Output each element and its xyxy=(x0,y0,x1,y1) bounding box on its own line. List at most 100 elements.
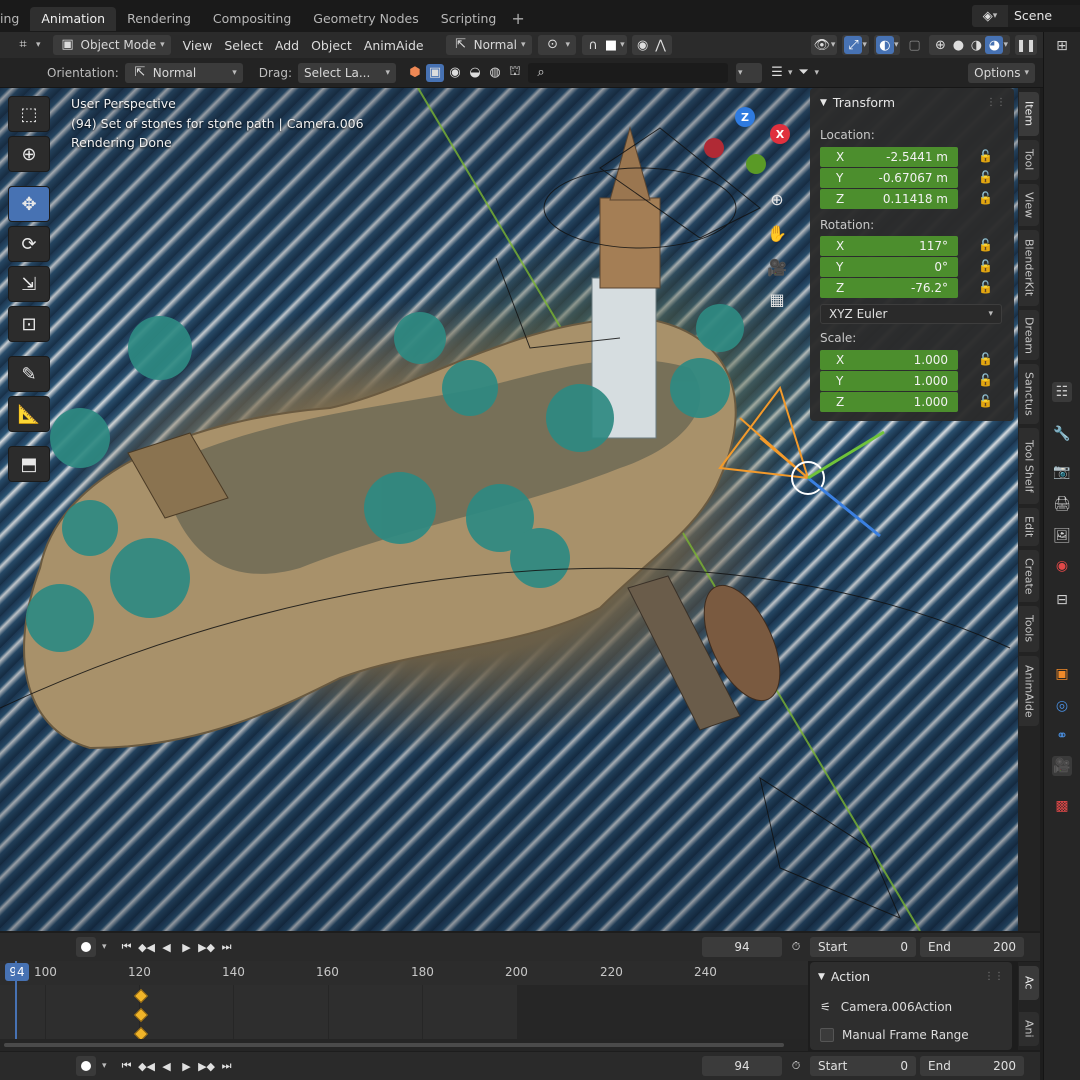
auto-key-button[interactable] xyxy=(76,1056,96,1076)
pan-hand-icon[interactable]: ✋ xyxy=(764,220,790,246)
tab-animation[interactable]: Animation xyxy=(30,7,117,31)
location-y-field[interactable]: Y -0.67067 m xyxy=(820,168,958,188)
filter-search-input[interactable]: ⌕ xyxy=(527,62,728,83)
mesh-filter-icon[interactable]: ⬢ xyxy=(406,64,424,82)
chevron-down-icon[interactable]: ▾ xyxy=(102,1061,107,1071)
mode-select[interactable]: ▣ Object Mode ▾ xyxy=(52,35,171,55)
tab-sanctus[interactable]: Sanctus xyxy=(1019,364,1039,424)
scene-name[interactable]: Scene xyxy=(1008,5,1080,27)
object-props-icon[interactable]: ▣ xyxy=(1052,664,1072,684)
add-workspace-icon[interactable]: + xyxy=(511,9,524,28)
rotation-z-field[interactable]: Z -76.2° xyxy=(820,278,958,298)
measure-tool[interactable]: 📐 xyxy=(8,396,50,432)
timeline-ruler[interactable]: 94 100 120 140 160 180 200 220 240 xyxy=(0,961,808,985)
cursor-tool[interactable]: ⊕ xyxy=(8,136,50,172)
rendered-shading-icon[interactable]: ◕ xyxy=(985,36,1004,54)
world-props-icon[interactable]: ⊟ xyxy=(1052,590,1072,610)
lock-icon[interactable]: 🔓 xyxy=(978,352,994,368)
overlay-toggle-icon[interactable]: ◐ xyxy=(875,36,894,54)
play-reverse-icon[interactable]: ◀ xyxy=(157,1056,177,1076)
tab-tool-shelf[interactable]: Tool Shelf xyxy=(1019,428,1039,504)
filter-toggle[interactable]: ▾ xyxy=(735,62,762,83)
scroll-thumb[interactable] xyxy=(4,1043,784,1047)
funnel-icon[interactable]: ⏷ xyxy=(795,64,813,82)
tab-tools[interactable]: Tools xyxy=(1019,606,1039,652)
menu-animaide[interactable]: AnimAide xyxy=(358,38,430,53)
falloff-icon[interactable]: ⋀ xyxy=(652,36,670,54)
drag-handle-icon[interactable]: ⋮⋮ xyxy=(986,97,1006,108)
tab-view[interactable]: View xyxy=(1019,184,1039,226)
rotation-x-field[interactable]: X 117° xyxy=(820,236,958,256)
solid-shading-icon[interactable]: ● xyxy=(949,36,967,54)
tool-props-icon[interactable]: 🔧 xyxy=(1052,424,1072,444)
tab-rendering[interactable]: Rendering xyxy=(116,7,202,31)
location-x-field[interactable]: X -2.5441 m xyxy=(820,147,958,167)
current-frame-field[interactable]: 94 xyxy=(702,937,782,957)
action-name-row[interactable]: ⚟ Camera.006Action xyxy=(820,1000,952,1014)
proportional-edit-icon[interactable]: ◉ xyxy=(634,36,652,54)
object-filter-icon[interactable]: ▣ xyxy=(425,63,444,82)
rotation-mode-select[interactable]: XYZ Euler ▾ xyxy=(820,304,1002,324)
jump-start-icon[interactable]: ⏮ xyxy=(117,1056,137,1076)
transform-tool[interactable]: ⊡ xyxy=(8,306,50,342)
move-tool[interactable]: ✥ xyxy=(8,186,50,222)
tab-create[interactable]: Create xyxy=(1019,550,1039,602)
scene-selector[interactable]: ◈ ▾ Scene xyxy=(972,4,1080,28)
keyframe[interactable] xyxy=(133,1007,149,1023)
view-layer-icon[interactable]: 🖼 xyxy=(1052,526,1072,546)
gizmo-z-icon[interactable]: Z xyxy=(735,107,755,127)
gizmo-toggle-icon[interactable]: ⤢ xyxy=(844,36,863,54)
rotate-tool[interactable]: ⟳ xyxy=(8,226,50,262)
output-props-icon[interactable]: 🖨 xyxy=(1052,494,1072,514)
next-keyframe-icon[interactable]: ▶◆ xyxy=(197,1056,217,1076)
jump-start-icon[interactable]: ⏮ xyxy=(117,937,137,957)
navigation-gizmo[interactable]: Z X xyxy=(700,102,800,182)
tab-animation-panel[interactable]: Ani xyxy=(1019,1012,1039,1046)
end-frame-field[interactable]: End 200 xyxy=(920,937,1024,957)
scene-icon[interactable]: ◈ ▾ xyxy=(972,5,1008,27)
scale-x-field[interactable]: X 1.000 xyxy=(820,350,958,370)
editor-type-icon[interactable]: ☷ xyxy=(1052,382,1072,402)
tab-item[interactable]: Item xyxy=(1019,92,1039,136)
gizmo-x-icon[interactable]: X xyxy=(770,124,790,144)
add-cube-tool[interactable]: ⬒ xyxy=(8,446,50,482)
drag-handle-icon[interactable]: ⋮⋮ xyxy=(984,971,1004,982)
playhead-line[interactable] xyxy=(15,961,17,1039)
manual-frame-range-checkbox[interactable]: Manual Frame Range xyxy=(820,1028,969,1042)
tab-geometry-nodes[interactable]: Geometry Nodes xyxy=(302,7,429,31)
stopwatch-icon[interactable]: ⏱ xyxy=(786,937,806,957)
material-filter-icon[interactable]: ◉ xyxy=(446,64,464,82)
keyframe[interactable] xyxy=(133,988,149,1004)
outliner-icon[interactable]: ⊞ xyxy=(1052,36,1072,56)
texture-props-icon[interactable]: ▩ xyxy=(1052,796,1072,816)
end-frame-field[interactable]: End 200 xyxy=(920,1056,1024,1076)
scale-z-field[interactable]: Z 1.000 xyxy=(820,392,958,412)
menu-select[interactable]: Select xyxy=(218,38,269,53)
tab-tool[interactable]: Tool xyxy=(1019,140,1039,180)
lock-icon[interactable]: 🔓 xyxy=(978,191,994,207)
action-panel-header[interactable]: ▼ Action xyxy=(818,969,870,984)
physics-props-icon[interactable]: ◎ xyxy=(1052,696,1072,716)
editor-type-button[interactable]: ⌗ ▾ xyxy=(8,35,47,55)
play-icon[interactable]: ▶ xyxy=(177,1056,197,1076)
jump-end-icon[interactable]: ⏭ xyxy=(217,937,237,957)
playhead-label[interactable]: 94 xyxy=(5,963,29,981)
constraint-props-icon[interactable]: ⚭ xyxy=(1052,726,1072,746)
tab-blenderkit[interactable]: BlenderKit xyxy=(1019,230,1039,306)
gizmo-neg-x-icon[interactable] xyxy=(704,138,724,158)
wireframe-shading-icon[interactable]: ⊕ xyxy=(931,36,949,54)
current-frame-field[interactable]: 94 xyxy=(702,1056,782,1076)
pause-render-button[interactable]: ❚❚ xyxy=(1015,35,1037,55)
tab-dream[interactable]: Dream xyxy=(1019,310,1039,360)
lock-icon[interactable]: 🔓 xyxy=(978,280,994,296)
snap-icon[interactable]: ∩ xyxy=(584,36,602,54)
tab-edit[interactable]: Edit xyxy=(1019,508,1039,546)
tool-orientation-select[interactable]: ⇱ Normal ▾ xyxy=(124,62,243,83)
next-keyframe-icon[interactable]: ▶◆ xyxy=(197,937,217,957)
play-reverse-icon[interactable]: ◀ xyxy=(157,937,177,957)
transform-orientation-select[interactable]: ⇱ Normal ▾ xyxy=(445,35,532,55)
scale-y-field[interactable]: Y 1.000 xyxy=(820,371,958,391)
snap-target-icon[interactable]: ■ xyxy=(602,36,620,54)
ortho-grid-icon[interactable]: ▦ xyxy=(764,286,790,312)
camera-data-icon[interactable]: 🎥 xyxy=(1052,756,1072,776)
